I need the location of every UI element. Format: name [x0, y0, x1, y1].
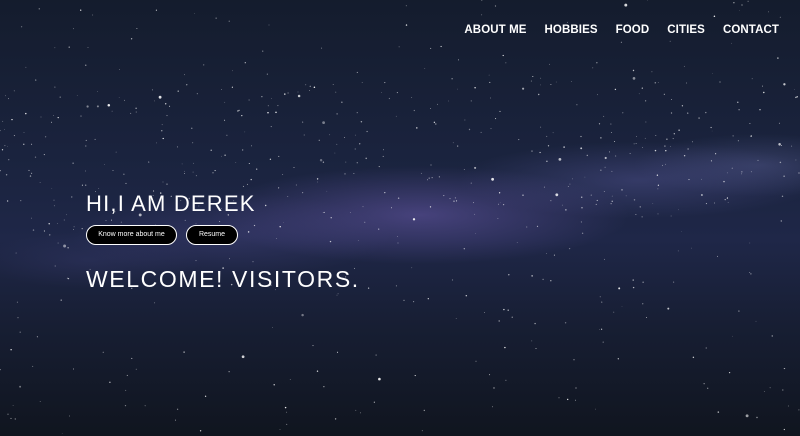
nav-link-hobbies[interactable]: HOBBIES	[545, 24, 598, 36]
know-more-button[interactable]: Know more about me	[86, 225, 177, 245]
intro-block: HI,I AM DEREK Know more about me Resume	[86, 191, 256, 245]
hero-buttons: Know more about me Resume	[86, 225, 256, 245]
welcome-heading: WELCOME! VISITORS.	[86, 266, 360, 292]
resume-button[interactable]: Resume	[186, 225, 238, 245]
nav-link-contact[interactable]: CONTACT	[723, 24, 779, 36]
greeting-heading: HI,I AM DEREK	[86, 191, 256, 216]
nav-link-about-me[interactable]: ABOUT ME	[464, 24, 526, 36]
nav-link-cities[interactable]: CITIES	[667, 24, 705, 36]
main-nav: ABOUT ME HOBBIES FOOD CITIES CONTACT	[464, 24, 779, 36]
nav-link-food[interactable]: FOOD	[616, 24, 650, 36]
hero-section: ABOUT ME HOBBIES FOOD CITIES CONTACT HI,…	[0, 0, 800, 436]
